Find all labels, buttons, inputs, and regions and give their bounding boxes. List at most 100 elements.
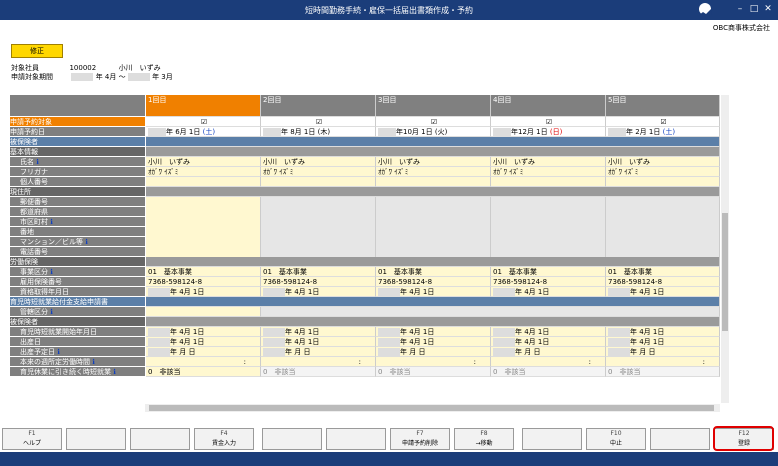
office-2[interactable]: 01 基本事業 [261,267,376,277]
acquired-5[interactable]: 年 4月 1日 [606,287,720,297]
acquired-2[interactable]: 年 4月 1日 [261,287,376,297]
office-1[interactable]: 01 基本事業 [146,267,261,277]
due-2[interactable]: 年 月 日 [261,347,376,357]
birth-3[interactable]: 年 4月 1日 [376,337,491,347]
f11-button[interactable] [650,428,710,450]
birth-1[interactable]: 年 4月 1日 [146,337,261,347]
name-2[interactable]: 小川 いずみ [261,157,376,167]
info-icon[interactable]: ℹ [113,368,116,376]
checkbox-3[interactable]: ☑ [376,117,491,127]
office-4[interactable]: 01 基本事業 [491,267,606,277]
col-header-3[interactable]: 3回目 [376,95,491,117]
minimize-icon[interactable]: – [734,3,746,15]
mynumber-5[interactable] [606,177,720,187]
date-4[interactable]: 年12月 1日 (日) [491,127,606,137]
row-kana: フリガナ ｵｶﾞﾜ ｲｽﾞﾐ ｵｶﾞﾜ ｲｽﾞﾐ ｵｶﾞﾜ ｲｽﾞﾐ ｵｶﾞﾜ … [10,167,720,177]
date-1[interactable]: 年 6月 1日 (土) [146,127,261,137]
insno-2[interactable]: 7368-598124-8 [261,277,376,287]
start-1[interactable]: 年 4月 1日 [146,327,261,337]
f4-wage-input-button[interactable]: F4 賃金入力 [194,428,254,450]
f10-cancel-button[interactable]: F10 中止 [586,428,646,450]
f7-delete-reservation-button[interactable]: F7 申請予約削除 [390,428,450,450]
row-target: 申請予約対象 ☑ ☑ ☑ ☑ ☑ [10,117,720,127]
info-icon[interactable]: ℹ [50,218,53,226]
checkbox-4[interactable]: ☑ [491,117,606,127]
date-5[interactable]: 年 2月 1日 (土) [606,127,720,137]
name-5[interactable]: 小川 いずみ [606,157,720,167]
office-3[interactable]: 01 基本事業 [376,267,491,277]
checkbox-1[interactable]: ☑ [146,117,261,127]
due-3[interactable]: 年 月 日 [376,347,491,357]
info-icon[interactable]: ℹ [50,308,53,316]
insno-5[interactable]: 7368-598124-8 [606,277,720,287]
col-header-5[interactable]: 5回目 [606,95,720,117]
name-4[interactable]: 小川 いずみ [491,157,606,167]
due-4[interactable]: 年 月 日 [491,347,606,357]
hours-3[interactable]: : [376,357,491,367]
label-benefit: 育児時短就業給付金支給申請書 [10,297,145,307]
jurisdiction-1[interactable] [146,307,261,317]
insno-1[interactable]: 7368-598124-8 [146,277,261,287]
hours-5[interactable]: : [606,357,720,367]
checkbox-2[interactable]: ☑ [261,117,376,127]
start-4[interactable]: 年 4月 1日 [491,327,606,337]
birth-5[interactable]: 年 4月 1日 [606,337,720,347]
acquired-3[interactable]: 年 4月 1日 [376,287,491,297]
mynumber-3[interactable] [376,177,491,187]
acquired-1[interactable]: 年 4月 1日 [146,287,261,297]
office-5[interactable]: 01 基本事業 [606,267,720,277]
insno-3[interactable]: 7368-598124-8 [376,277,491,287]
date-2[interactable]: 年 8月 1日 (木) [261,127,376,137]
kana-2[interactable]: ｵｶﾞﾜ ｲｽﾞﾐ [261,167,376,177]
info-icon[interactable]: ℹ [50,268,53,276]
insno-4[interactable]: 7368-598124-8 [491,277,606,287]
f6-button[interactable] [326,428,386,450]
col-header-4[interactable]: 4回目 [491,95,606,117]
birth-4[interactable]: 年 4月 1日 [491,337,606,347]
kana-4[interactable]: ｵｶﾞﾜ ｲｽﾞﾐ [491,167,606,177]
hours-2[interactable]: : [261,357,376,367]
start-5[interactable]: 年 4月 1日 [606,327,720,337]
address-band [146,187,720,197]
kana-5[interactable]: ｵｶﾞﾜ ｲｽﾞﾐ [606,167,720,177]
due-1[interactable]: 年 月 日 [146,347,261,357]
mynumber-1[interactable] [146,177,261,187]
info-icon[interactable]: ℹ [36,158,39,166]
f1-help-button[interactable]: F1 ヘルプ [2,428,62,450]
checkbox-5[interactable]: ☑ [606,117,720,127]
start-3[interactable]: 年 4月 1日 [376,327,491,337]
horizontal-scroll-thumb[interactable] [149,405,714,411]
name-1[interactable]: 小川 いずみ [146,157,261,167]
label-basic: 基本情報 [10,147,145,157]
vertical-scrollbar[interactable] [721,95,729,403]
hours-4[interactable]: : [491,357,606,367]
horizontal-scrollbar[interactable] [145,404,720,412]
f8-move-button[interactable]: F8 →移動 [454,428,514,450]
f5-button[interactable] [262,428,322,450]
info-icon[interactable]: ℹ [57,348,60,356]
kana-3[interactable]: ｵｶﾞﾜ ｲｽﾞﾐ [376,167,491,177]
hours-1[interactable]: : [146,357,261,367]
col-header-2[interactable]: 2回目 [261,95,376,117]
close-icon[interactable]: ✕ [762,3,774,15]
due-5[interactable]: 年 月 日 [606,347,720,357]
date-3[interactable]: 年10月 1日 (火) [376,127,491,137]
kana-1[interactable]: ｵｶﾞﾜ ｲｽﾞﾐ [146,167,261,177]
start-2[interactable]: 年 4月 1日 [261,327,376,337]
info-icon[interactable]: ℹ [92,358,95,366]
f9-button[interactable] [522,428,582,450]
mynumber-2[interactable] [261,177,376,187]
maximize-icon[interactable]: □ [748,3,760,15]
vertical-scroll-thumb[interactable] [722,213,728,331]
info-icon[interactable]: ℹ [85,238,88,246]
f2-button[interactable] [66,428,126,450]
continue-1[interactable]: 0 非該当 [146,367,261,377]
acquired-4[interactable]: 年 4月 1日 [491,287,606,297]
name-3[interactable]: 小川 いずみ [376,157,491,167]
mynumber-4[interactable] [491,177,606,187]
col-header-1[interactable]: 1回目 [146,95,261,117]
birth-2[interactable]: 年 4月 1日 [261,337,376,347]
f3-button[interactable] [130,428,190,450]
modify-button[interactable]: 修正 [11,44,63,58]
label-building: マンション／ビル等 ℹ [10,237,145,247]
